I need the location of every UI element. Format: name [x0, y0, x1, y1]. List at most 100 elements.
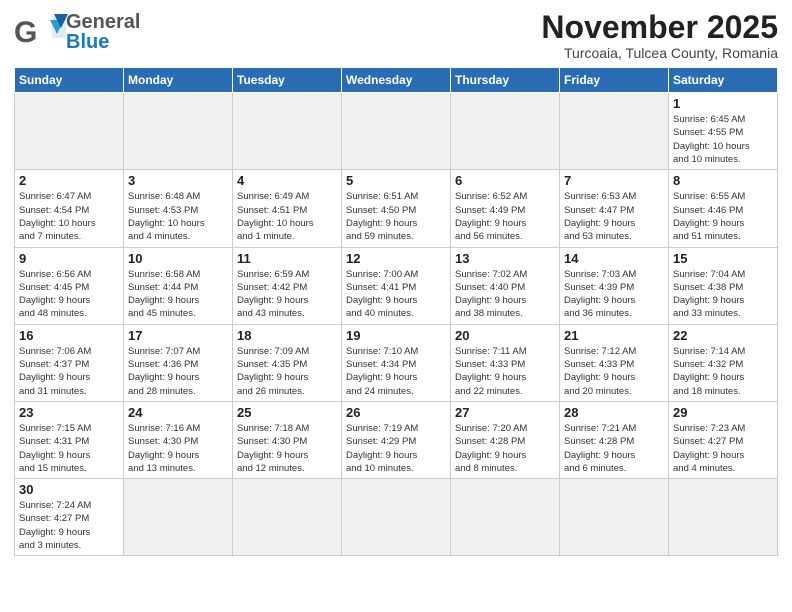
calendar-cell: 28 Sunrise: 7:21 AM Sunset: 4:28 PM Dayli… [560, 401, 669, 478]
day-info: Sunrise: 6:45 AM Sunset: 4:55 PM Dayligh… [673, 113, 773, 166]
header-sunday: Sunday [15, 68, 124, 93]
day-info: Sunrise: 6:56 AM Sunset: 4:45 PM Dayligh… [19, 268, 119, 321]
day-number: 20 [455, 328, 555, 343]
calendar-cell: 23 Sunrise: 7:15 AM Sunset: 4:31 PM Dayli… [15, 401, 124, 478]
header-monday: Monday [124, 68, 233, 93]
header-wednesday: Wednesday [342, 68, 451, 93]
day-info: Sunrise: 7:21 AM Sunset: 4:28 PM Dayligh… [564, 422, 664, 475]
calendar-cell [233, 93, 342, 170]
day-number: 10 [128, 251, 228, 266]
logo-wrapper: G General Blue [14, 10, 140, 54]
calendar-cell: 8Sunrise: 6:55 AM Sunset: 4:46 PM Daylig… [669, 170, 778, 247]
day-number: 24 [128, 405, 228, 420]
day-number: 16 [19, 328, 119, 343]
calendar-cell: 19Sunrise: 7:10 AM Sunset: 4:34 PM Dayli… [342, 324, 451, 401]
page: G General Blue November 2025 Turcoaia, T… [0, 0, 792, 566]
calendar-cell [560, 93, 669, 170]
calendar-cell: 11 Sunrise: 6:59 AM Sunset: 4:42 PM Dayli… [233, 247, 342, 324]
day-number: 25 [237, 405, 337, 420]
header-thursday: Thursday [451, 68, 560, 93]
day-number: 18 [237, 328, 337, 343]
calendar-cell: 25 Sunrise: 7:18 AM Sunset: 4:30 PM Dayli… [233, 401, 342, 478]
day-number: 4 [237, 173, 337, 188]
day-number: 26 [346, 405, 446, 420]
calendar-cell: 24 Sunrise: 7:16 AM Sunset: 4:30 PM Dayli… [124, 401, 233, 478]
calendar-cell: 10 Sunrise: 6:58 AM Sunset: 4:44 PM Dayli… [124, 247, 233, 324]
calendar-row: 2 Sunrise: 6:47 AM Sunset: 4:54 PM Daylig… [15, 170, 778, 247]
calendar-cell: 2 Sunrise: 6:47 AM Sunset: 4:54 PM Daylig… [15, 170, 124, 247]
calendar-cell: 5 Sunrise: 6:51 AM Sunset: 4:50 PM Daylig… [342, 170, 451, 247]
calendar-cell [124, 93, 233, 170]
calendar-cell: 3Sunrise: 6:48 AM Sunset: 4:53 PM Daylig… [124, 170, 233, 247]
header-saturday: Saturday [669, 68, 778, 93]
day-number: 3 [128, 173, 228, 188]
day-info: Sunrise: 7:24 AM Sunset: 4:27 PM Dayligh… [19, 499, 119, 552]
day-number: 2 [19, 173, 119, 188]
day-number: 1 [673, 96, 773, 111]
day-info: Sunrise: 6:47 AM Sunset: 4:54 PM Dayligh… [19, 190, 119, 243]
calendar-cell: 18 Sunrise: 7:09 AM Sunset: 4:35 PM Dayli… [233, 324, 342, 401]
calendar-cell [560, 479, 669, 556]
calendar-row: 16Sunrise: 7:06 AM Sunset: 4:37 PM Dayli… [15, 324, 778, 401]
calendar-body: 1 Sunrise: 6:45 AM Sunset: 4:55 PM Daylig… [15, 93, 778, 556]
day-number: 11 [237, 251, 337, 266]
day-info: Sunrise: 6:52 AM Sunset: 4:49 PM Dayligh… [455, 190, 555, 243]
calendar-cell [451, 93, 560, 170]
calendar-cell [342, 479, 451, 556]
day-number: 5 [346, 173, 446, 188]
day-info: Sunrise: 6:58 AM Sunset: 4:44 PM Dayligh… [128, 268, 228, 321]
calendar-cell: 22Sunrise: 7:14 AM Sunset: 4:32 PM Dayli… [669, 324, 778, 401]
logo-svg: G [14, 10, 74, 54]
calendar-cell [451, 479, 560, 556]
day-info: Sunrise: 6:49 AM Sunset: 4:51 PM Dayligh… [237, 190, 337, 243]
svg-text:G: G [14, 16, 37, 49]
day-info: Sunrise: 7:07 AM Sunset: 4:36 PM Dayligh… [128, 345, 228, 398]
calendar-cell: 20 Sunrise: 7:11 AM Sunset: 4:33 PM Dayli… [451, 324, 560, 401]
calendar-cell: 17 Sunrise: 7:07 AM Sunset: 4:36 PM Dayli… [124, 324, 233, 401]
calendar-cell: 7 Sunrise: 6:53 AM Sunset: 4:47 PM Daylig… [560, 170, 669, 247]
calendar-cell: 29Sunrise: 7:23 AM Sunset: 4:27 PM Dayli… [669, 401, 778, 478]
calendar-cell: 6 Sunrise: 6:52 AM Sunset: 4:49 PM Daylig… [451, 170, 560, 247]
calendar-row: 30 Sunrise: 7:24 AM Sunset: 4:27 PM Dayli… [15, 479, 778, 556]
calendar-table: Sunday Monday Tuesday Wednesday Thursday… [14, 67, 778, 556]
calendar-cell [342, 93, 451, 170]
day-info: Sunrise: 6:59 AM Sunset: 4:42 PM Dayligh… [237, 268, 337, 321]
day-info: Sunrise: 7:18 AM Sunset: 4:30 PM Dayligh… [237, 422, 337, 475]
calendar-cell: 16Sunrise: 7:06 AM Sunset: 4:37 PM Dayli… [15, 324, 124, 401]
logo-text-area: General Blue [66, 12, 140, 52]
day-number: 6 [455, 173, 555, 188]
day-number: 12 [346, 251, 446, 266]
header-friday: Friday [560, 68, 669, 93]
day-info: Sunrise: 6:51 AM Sunset: 4:50 PM Dayligh… [346, 190, 446, 243]
calendar-cell: 9Sunrise: 6:56 AM Sunset: 4:45 PM Daylig… [15, 247, 124, 324]
calendar-row: 1 Sunrise: 6:45 AM Sunset: 4:55 PM Daylig… [15, 93, 778, 170]
day-info: Sunrise: 7:19 AM Sunset: 4:29 PM Dayligh… [346, 422, 446, 475]
day-info: Sunrise: 7:09 AM Sunset: 4:35 PM Dayligh… [237, 345, 337, 398]
day-info: Sunrise: 7:04 AM Sunset: 4:38 PM Dayligh… [673, 268, 773, 321]
day-number: 7 [564, 173, 664, 188]
logo-area: G General Blue [14, 10, 140, 54]
calendar-cell: 26 Sunrise: 7:19 AM Sunset: 4:29 PM Dayli… [342, 401, 451, 478]
calendar-cell: 30 Sunrise: 7:24 AM Sunset: 4:27 PM Dayli… [15, 479, 124, 556]
day-info: Sunrise: 6:53 AM Sunset: 4:47 PM Dayligh… [564, 190, 664, 243]
day-info: Sunrise: 7:11 AM Sunset: 4:33 PM Dayligh… [455, 345, 555, 398]
day-number: 17 [128, 328, 228, 343]
day-info: Sunrise: 6:55 AM Sunset: 4:46 PM Dayligh… [673, 190, 773, 243]
day-info: Sunrise: 7:16 AM Sunset: 4:30 PM Dayligh… [128, 422, 228, 475]
day-number: 28 [564, 405, 664, 420]
day-number: 27 [455, 405, 555, 420]
logo-blue-text: Blue [66, 32, 140, 52]
day-number: 30 [19, 482, 119, 497]
day-number: 23 [19, 405, 119, 420]
logo-general-text: General [66, 12, 140, 32]
calendar-cell: 21Sunrise: 7:12 AM Sunset: 4:33 PM Dayli… [560, 324, 669, 401]
day-info: Sunrise: 7:15 AM Sunset: 4:31 PM Dayligh… [19, 422, 119, 475]
month-title: November 2025 [541, 10, 778, 45]
calendar-cell: 1 Sunrise: 6:45 AM Sunset: 4:55 PM Daylig… [669, 93, 778, 170]
day-info: Sunrise: 7:20 AM Sunset: 4:28 PM Dayligh… [455, 422, 555, 475]
day-number: 22 [673, 328, 773, 343]
day-number: 14 [564, 251, 664, 266]
calendar-cell [233, 479, 342, 556]
title-area: November 2025 Turcoaia, Tulcea County, R… [541, 10, 778, 61]
header-tuesday: Tuesday [233, 68, 342, 93]
